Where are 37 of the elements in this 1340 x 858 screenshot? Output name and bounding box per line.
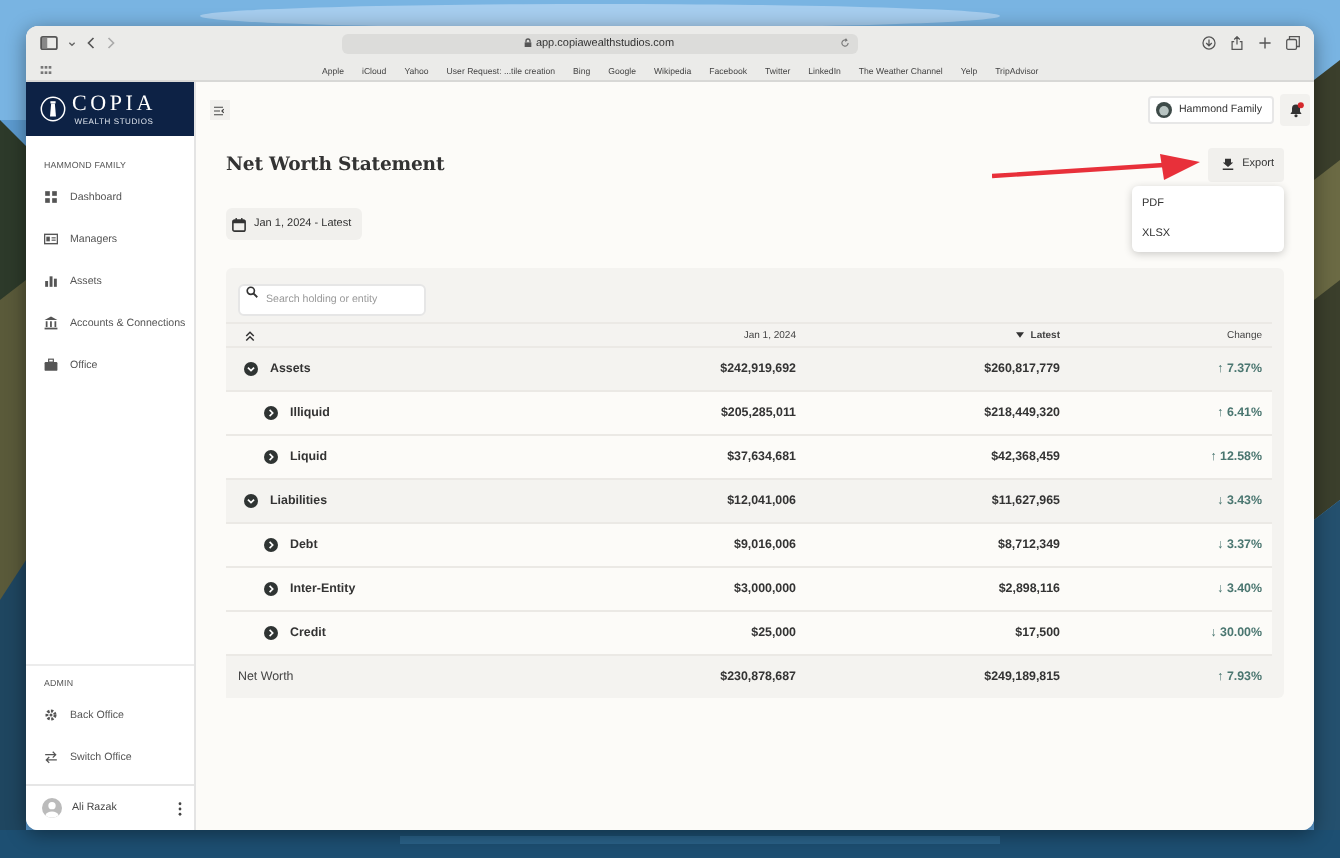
- collapse-menu-button[interactable]: [210, 100, 230, 120]
- bank-icon: [44, 316, 58, 330]
- bell-icon: [1287, 102, 1303, 118]
- download-icon[interactable]: [1202, 36, 1216, 50]
- page-title: Net Worth Statement: [226, 153, 445, 175]
- dashboard-icon: [44, 190, 58, 204]
- back-icon[interactable]: [86, 36, 96, 50]
- share-icon[interactable]: [1230, 36, 1244, 50]
- expand-icon[interactable]: [264, 626, 278, 640]
- expand-icon[interactable]: [264, 450, 278, 464]
- plus-icon[interactable]: [1258, 36, 1272, 50]
- account-avatar-icon: [1156, 102, 1173, 118]
- expand-icon[interactable]: [264, 538, 278, 552]
- collapse-all-icon[interactable]: [244, 329, 256, 341]
- expand-icon[interactable]: [264, 406, 278, 420]
- search-icon: [246, 286, 258, 298]
- collapse-icon[interactable]: [244, 362, 258, 376]
- sidebar-toggle-icon[interactable]: [40, 36, 58, 50]
- reload-icon[interactable]: [839, 38, 849, 48]
- expand-icon[interactable]: [264, 582, 278, 596]
- menu-icon: [214, 105, 226, 115]
- gear-icon: [44, 708, 58, 722]
- notifications-button[interactable]: [1280, 94, 1310, 126]
- download-icon: [1222, 158, 1235, 170]
- chevron-down-icon[interactable]: [68, 39, 76, 47]
- swap-arrows-icon: [44, 750, 58, 764]
- calendar-icon: [232, 217, 246, 231]
- id-card-icon: [44, 232, 58, 246]
- lock-icon: [523, 38, 532, 48]
- lighthouse-emblem-icon: [40, 96, 66, 122]
- avatar-icon: [42, 798, 62, 818]
- logo-wordmark: COPIA: [72, 93, 157, 115]
- bar-chart-icon: [44, 274, 58, 288]
- collapse-icon[interactable]: [244, 494, 258, 508]
- briefcase-icon: [44, 358, 58, 372]
- bookmarks-grid-icon[interactable]: [40, 66, 52, 74]
- tabs-icon[interactable]: [1286, 36, 1300, 50]
